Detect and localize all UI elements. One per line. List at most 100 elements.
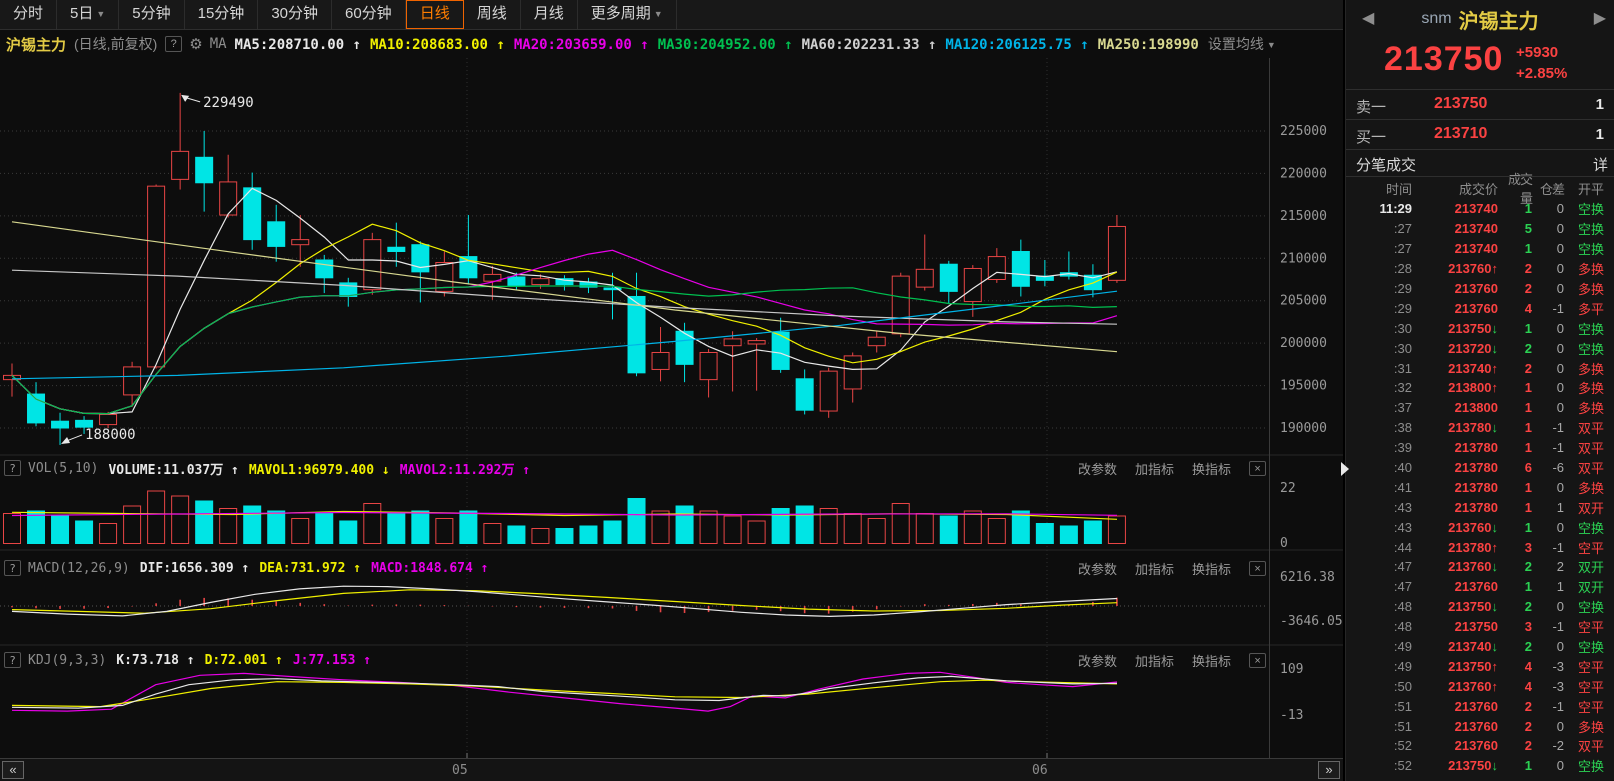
period-tab-5分钟[interactable]: 5分钟 (119, 0, 184, 29)
tick-time: :47 (1350, 559, 1412, 574)
panel-divider[interactable] (1343, 0, 1346, 781)
period-tab-更多周期[interactable]: 更多周期▼ (578, 0, 677, 29)
panel-controls: 改参数 加指标 换指标 × (1078, 457, 1266, 479)
scroll-right-button[interactable]: » (1318, 761, 1340, 779)
tick-time: :29 (1350, 281, 1412, 296)
tick-volume: 1 (1498, 241, 1532, 256)
close-icon[interactable]: × (1249, 653, 1266, 668)
tick-open-close-flag: 空平 (1564, 538, 1606, 557)
tick-price: 213760↑ (1412, 679, 1498, 694)
tick-volume: 2 (1498, 738, 1532, 753)
volume-bar (316, 514, 333, 544)
symbol-code: snm (1421, 10, 1451, 28)
ma-settings-button[interactable]: 设置均线▼ (1208, 34, 1276, 54)
chevron-down-icon: ▼ (654, 9, 663, 19)
tick-row: :522137602-2双平 (1346, 736, 1614, 756)
tick-price: 213800↑ (1412, 380, 1498, 395)
period-tab-日线[interactable]: 日线 (406, 0, 464, 29)
scroll-left-button[interactable]: « (2, 761, 24, 779)
candle (172, 93, 189, 190)
volume-bar (988, 519, 1005, 544)
help-icon[interactable]: ? (4, 560, 21, 576)
ask-row[interactable]: 卖一 213750 1 (1346, 90, 1614, 120)
tick-open-close-flag: 空换 (1564, 219, 1606, 238)
tick-open-close-flag: 空平 (1564, 617, 1606, 636)
period-tab-15分钟[interactable]: 15分钟 (185, 0, 259, 29)
tick-row: :3721380010多换 (1346, 398, 1614, 418)
period-tab-月线[interactable]: 月线 (521, 0, 578, 29)
tick-time: 11:29 (1350, 201, 1412, 216)
swap-indicator-button[interactable]: 换指标 (1192, 459, 1231, 478)
tick-price: 213780↑ (1412, 540, 1498, 555)
tick-price: 213780 (1412, 500, 1498, 515)
help-icon[interactable]: ? (165, 36, 182, 52)
candle (988, 248, 1005, 283)
indicator-value: VOLUME:11.037万 ↑ (108, 463, 238, 478)
volume-bar (892, 504, 909, 544)
tick-open-close-flag: 多换 (1564, 398, 1606, 417)
volume-bar (676, 506, 693, 544)
detail-link[interactable]: 详 (1593, 154, 1608, 175)
period-tab-5日[interactable]: 5日▼ (57, 0, 119, 29)
tick-time: :51 (1350, 719, 1412, 734)
edit-params-button[interactable]: 改参数 (1078, 651, 1117, 670)
low-arrow-icon (61, 437, 70, 444)
panel-axis-label: -3646.05 (1280, 614, 1343, 629)
add-indicator-button[interactable]: 加指标 (1135, 559, 1174, 578)
kdj-readouts: K:73.718 ↑D:72.001 ↑J:77.153 ↑ (116, 653, 381, 668)
macd-readouts: DIF:1656.309 ↑DEA:731.972 ↑MACD:1848.674… (140, 561, 499, 576)
tick-table[interactable]: 11:2921374010空换:2721374050空换:2721374010空… (1346, 199, 1614, 776)
tick-row: :5121376020多换 (1346, 716, 1614, 736)
add-indicator-button[interactable]: 加指标 (1135, 459, 1174, 478)
change-value: +5930 (1516, 42, 1567, 63)
tick-table-header: 时间成交价成交量仓差开平 (1346, 177, 1614, 199)
volume-bar (76, 521, 93, 544)
swap-indicator-button[interactable]: 换指标 (1192, 559, 1231, 578)
close-icon[interactable]: × (1249, 561, 1266, 576)
volume-bar (388, 514, 405, 544)
tick-oi-change: -6 (1532, 460, 1564, 475)
close-icon[interactable]: × (1249, 461, 1266, 476)
tick-oi-change: 0 (1532, 599, 1564, 614)
help-icon[interactable]: ? (4, 652, 21, 668)
ma-value: MA20:203659.00 ↑ (514, 37, 649, 53)
tick-open-close-flag: 空换 (1564, 637, 1606, 656)
tick-price: 213760↓ (1412, 520, 1498, 535)
tick-row: :49213740↓20空换 (1346, 637, 1614, 657)
candles[interactable] (4, 93, 1126, 445)
edit-params-button[interactable]: 改参数 (1078, 459, 1117, 478)
tick-price: 213800 (1412, 400, 1498, 415)
gear-icon[interactable]: ⚙ (189, 35, 202, 53)
tick-time: :28 (1350, 261, 1412, 276)
kdj-panel-header: ? KDJ(9,3,3) K:73.718 ↑D:72.001 ↑J:77.15… (0, 649, 1343, 671)
prev-symbol-arrow[interactable]: ◀ (1362, 8, 1374, 28)
tick-volume: 4 (1498, 659, 1532, 674)
symbol-name: 沪锡主力 (6, 34, 66, 55)
tick-volume: 2 (1498, 361, 1532, 376)
period-tab-60分钟[interactable]: 60分钟 (332, 0, 406, 29)
period-tab-周线[interactable]: 周线 (464, 0, 521, 29)
next-symbol-arrow[interactable]: ▶ (1594, 8, 1606, 28)
quote-sidebar: ◀ snm 沪锡主力 ▶ 213750 +5930 +2.85% 卖一 2137… (1346, 0, 1614, 781)
candle (436, 251, 453, 296)
add-indicator-button[interactable]: 加指标 (1135, 651, 1174, 670)
last-price: 213750 (1384, 40, 1503, 79)
tick-oi-change: -1 (1532, 699, 1564, 714)
period-tab-分时[interactable]: 分时 (0, 0, 57, 29)
tick-price: 213740 (1412, 241, 1498, 256)
tick-row: :38213780↓1-1双平 (1346, 418, 1614, 438)
tick-time: :43 (1350, 500, 1412, 515)
tick-open-close-flag: 多换 (1564, 717, 1606, 736)
tick-row: :32213800↑10多换 (1346, 378, 1614, 398)
period-tab-30分钟[interactable]: 30分钟 (258, 0, 332, 29)
candle (868, 331, 885, 352)
chart-info-bar: 沪锡主力 (日线,前复权) ? ⚙ MA MA5:208710.00 ↑MA10… (0, 30, 1343, 58)
collapse-sidebar-handle[interactable] (1341, 462, 1349, 476)
tick-time: :41 (1350, 480, 1412, 495)
edit-params-button[interactable]: 改参数 (1078, 559, 1117, 578)
swap-indicator-button[interactable]: 换指标 (1192, 651, 1231, 670)
help-icon[interactable]: ? (4, 460, 21, 476)
candle (652, 327, 669, 381)
candle (364, 233, 381, 295)
bid-row[interactable]: 买一 213710 1 (1346, 120, 1614, 150)
